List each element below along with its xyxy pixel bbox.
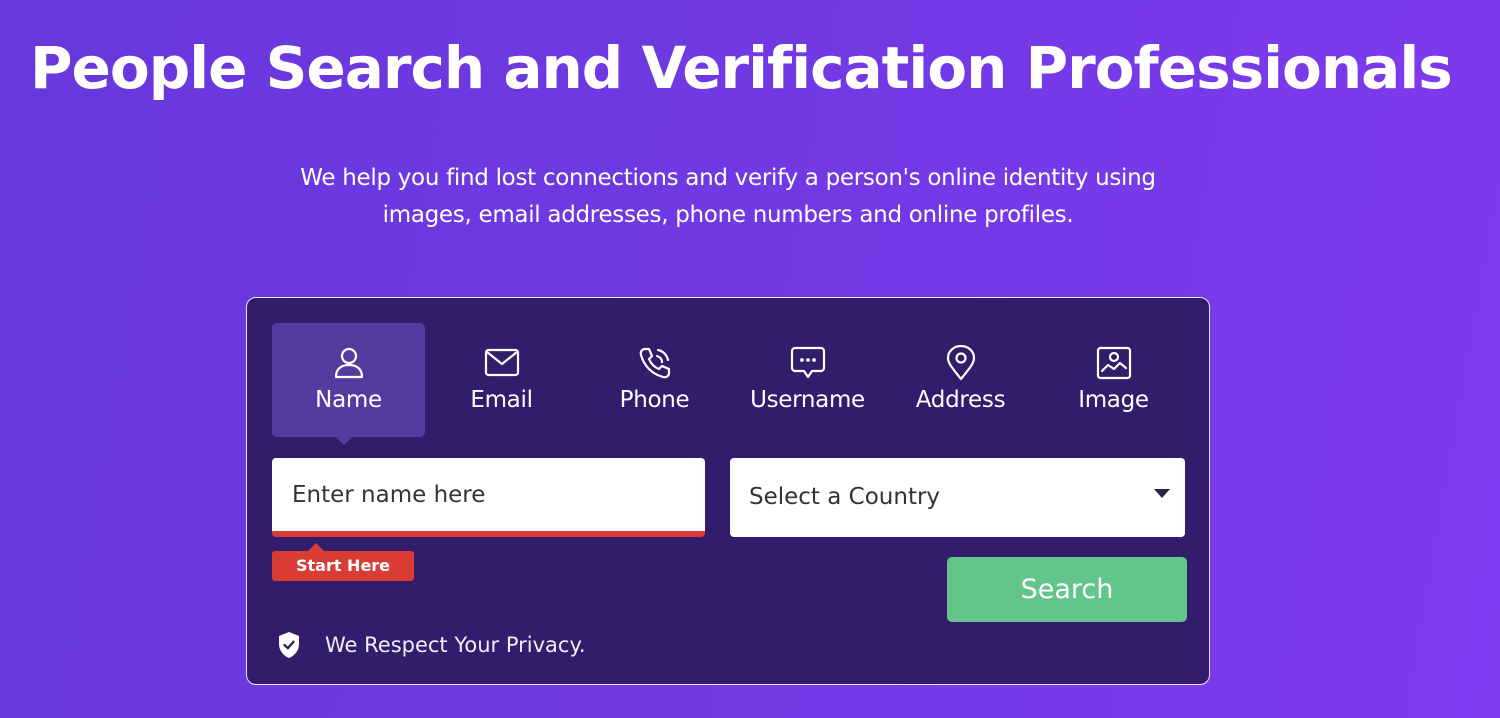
name-input[interactable] xyxy=(272,458,705,537)
tab-email[interactable]: Email xyxy=(425,323,578,437)
page-title: People Search and Verification Professio… xyxy=(30,34,1453,102)
tab-label: Phone xyxy=(619,387,690,413)
phone-icon xyxy=(639,347,670,379)
hero-subtitle: We help you find lost connections and ve… xyxy=(0,160,1456,234)
tab-label: Image xyxy=(1078,387,1149,413)
map-pin-icon xyxy=(946,345,975,381)
image-icon xyxy=(1096,346,1131,380)
chat-bubble-icon xyxy=(790,346,825,379)
search-button[interactable]: Search xyxy=(947,557,1187,622)
privacy-text: We Respect Your Privacy. xyxy=(325,633,586,657)
tab-label: Address xyxy=(915,387,1006,413)
shield-check-icon xyxy=(279,632,299,658)
tab-phone[interactable]: Phone xyxy=(578,323,731,437)
hero-subtitle-line: We help you find lost connections and ve… xyxy=(300,165,1156,191)
tab-address[interactable]: Address xyxy=(884,323,1037,437)
search-card: Name Email Phone Username Address Image … xyxy=(246,297,1210,685)
user-icon xyxy=(334,347,363,379)
tab-label: Username xyxy=(750,387,865,413)
country-select[interactable]: Select a Country xyxy=(730,458,1185,537)
tab-name[interactable]: Name xyxy=(272,323,425,445)
start-here-tooltip: Start Here xyxy=(272,543,414,581)
tab-label: Email xyxy=(470,387,533,413)
envelope-icon xyxy=(484,348,519,377)
privacy-notice: We Respect Your Privacy. xyxy=(277,631,586,659)
tab-label: Name xyxy=(315,387,382,413)
hero-subtitle-line: images, email addresses, phone numbers a… xyxy=(382,202,1074,228)
country-select-value: Select a Country xyxy=(749,484,941,510)
tab-username[interactable]: Username xyxy=(731,323,884,437)
tab-image[interactable]: Image xyxy=(1037,323,1190,437)
search-type-tabs: Name Email Phone Username Address Image xyxy=(272,323,1190,445)
caret-down-icon xyxy=(1154,489,1170,498)
